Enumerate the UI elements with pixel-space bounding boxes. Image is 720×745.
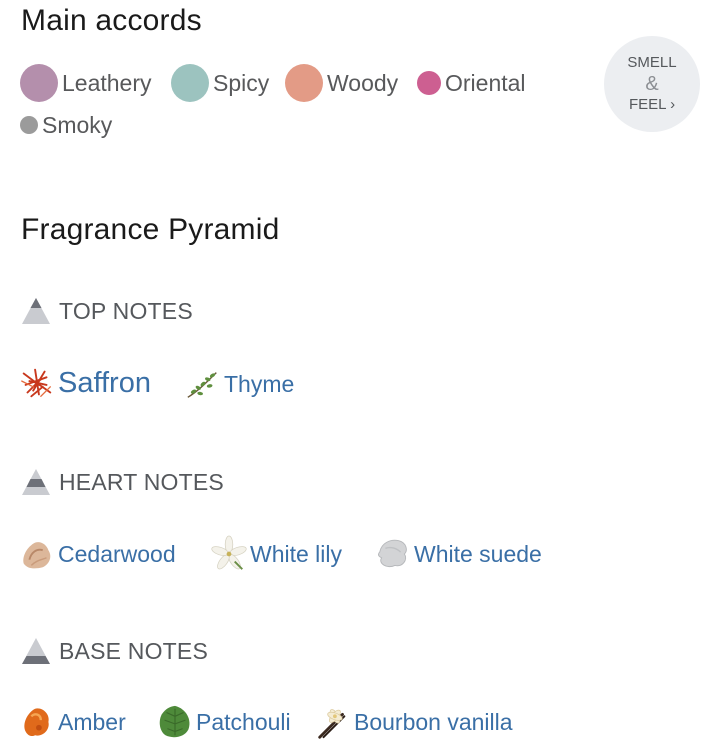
amber-icon: [24, 708, 49, 737]
accord-label: Smoky: [42, 111, 113, 138]
accord-smoky[interactable]: Smoky: [20, 105, 112, 145]
main-accords-title: Main accords: [21, 4, 202, 37]
note-thyme[interactable]: Thyme: [184, 365, 294, 403]
base-notes-header: BASE NOTES: [21, 634, 208, 668]
smell-feel-line1: SMELL: [627, 54, 677, 71]
note-name: Thyme: [224, 370, 295, 397]
saffron-icon: [21, 368, 52, 398]
accord-dot-icon: [171, 64, 209, 102]
note-white-lily[interactable]: White lily: [210, 535, 342, 573]
note-name: Cedarwood: [58, 540, 176, 567]
accord-label: Oriental: [445, 69, 526, 96]
note-saffron[interactable]: Saffron: [18, 364, 151, 402]
note-name: Patchouli: [196, 708, 291, 735]
accord-dot-icon: [417, 71, 441, 95]
accord-dot-icon: [20, 64, 58, 102]
top-notes-label: TOP NOTES: [59, 297, 193, 324]
accord-dot-icon: [20, 116, 38, 134]
note-amber[interactable]: Amber: [18, 703, 126, 741]
note-cedarwood[interactable]: Cedarwood: [18, 535, 176, 573]
note-name: White suede: [414, 540, 542, 567]
pyramid-heart-icon: [22, 469, 50, 495]
accord-label: Woody: [327, 69, 399, 96]
thyme-icon: [187, 372, 217, 398]
smell-feel-amp: &: [645, 73, 659, 95]
note-bourbon-vanilla[interactable]: Bourbon vanilla: [314, 703, 513, 741]
note-name: Saffron: [58, 366, 151, 399]
accord-label: Spicy: [213, 69, 270, 96]
smell-feel-line2: FEEL ›: [628, 96, 676, 113]
heart-notes-header: HEART NOTES: [21, 465, 224, 499]
pyramid-base-icon: [22, 638, 50, 664]
vanilla-icon: [318, 709, 346, 739]
accord-woody[interactable]: Woody: [285, 63, 398, 103]
accord-leathery[interactable]: Leathery: [20, 63, 152, 103]
note-name: Amber: [58, 708, 126, 735]
accord-spicy[interactable]: Spicy: [171, 63, 269, 103]
pyramid-top-icon: [22, 298, 50, 324]
top-notes-header: TOP NOTES: [21, 294, 193, 328]
cedarwood-icon: [23, 542, 51, 569]
base-notes-label: BASE NOTES: [59, 637, 208, 664]
smell-feel-button[interactable]: SMELL & FEEL ›: [604, 36, 700, 132]
note-patchouli[interactable]: Patchouli: [156, 703, 291, 741]
accord-label: Leathery: [62, 69, 152, 96]
accord-oriental[interactable]: Oriental: [417, 63, 526, 103]
heart-notes-label: HEART NOTES: [59, 468, 224, 495]
fragrance-pyramid-title: Fragrance Pyramid: [21, 213, 280, 246]
patchouli-icon: [159, 705, 190, 738]
suede-icon: [377, 539, 407, 568]
note-name: Bourbon vanilla: [354, 708, 513, 735]
lily-icon: [211, 535, 247, 570]
note-name: White lily: [250, 540, 343, 567]
accord-dot-icon: [285, 64, 323, 102]
note-white-suede[interactable]: White suede: [374, 535, 542, 573]
